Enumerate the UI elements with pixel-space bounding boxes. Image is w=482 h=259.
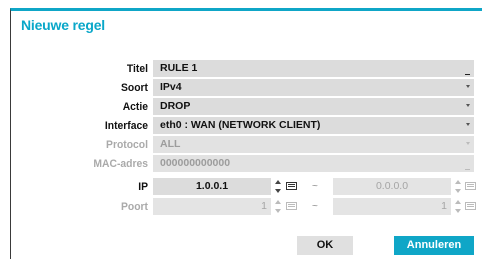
interface-select[interactable]: eth0 : WAN (NETWORK CLIENT) bbox=[153, 117, 474, 134]
port-label: Poort bbox=[120, 201, 148, 213]
ip-from-spinner[interactable] bbox=[274, 178, 282, 195]
port-from-spinner bbox=[274, 198, 282, 215]
title-value: RULE 1 bbox=[160, 62, 198, 74]
ip-to-spinner[interactable] bbox=[454, 178, 462, 195]
spin-up-icon bbox=[275, 200, 281, 204]
mac-input: 000000000000 bbox=[153, 155, 474, 172]
row-mac: MAC-adres 000000000000 bbox=[11, 155, 482, 173]
ip-to-input[interactable]: 0.0.0.0 bbox=[333, 178, 451, 195]
mac-value: 000000000000 bbox=[160, 157, 231, 169]
row-title: Titel RULE 1 bbox=[11, 60, 482, 78]
ip-from-input[interactable]: 1.0.0.1 bbox=[153, 178, 271, 195]
title-input[interactable]: RULE 1 bbox=[153, 60, 474, 77]
action-label: Actie bbox=[122, 101, 148, 113]
protocol-select: ALL bbox=[153, 136, 474, 153]
row-interface: Interface eth0 : WAN (NETWORK CLIENT) bbox=[11, 117, 482, 135]
port-to-spinner bbox=[454, 198, 462, 215]
spin-up-icon bbox=[455, 200, 461, 204]
keyboard-icon[interactable] bbox=[286, 182, 297, 190]
keyboard-icon[interactable] bbox=[465, 182, 476, 190]
text-input-marker-icon bbox=[465, 73, 470, 75]
row-ip: IP 1.0.0.1 ~ 0.0.0.0 bbox=[11, 178, 482, 196]
keyboard-icon bbox=[465, 202, 476, 210]
title-label: Titel bbox=[126, 63, 148, 75]
row-type: Soort IPv4 bbox=[11, 79, 482, 97]
ip-range-separator: ~ bbox=[312, 181, 318, 192]
keyboard-icon bbox=[286, 202, 297, 210]
cancel-button[interactable]: Annuleren bbox=[394, 236, 474, 255]
mac-label: MAC-adres bbox=[93, 158, 148, 170]
port-from-input: 1 bbox=[153, 198, 271, 215]
spin-down-icon[interactable] bbox=[275, 189, 281, 193]
row-port: Poort 1 ~ 1 bbox=[11, 198, 482, 216]
new-rule-dialog: Nieuwe regel Titel RULE 1 Soort IPv4 Act… bbox=[10, 8, 482, 259]
protocol-value: ALL bbox=[160, 138, 181, 150]
interface-value: eth0 : WAN (NETWORK CLIENT) bbox=[160, 119, 321, 131]
chevron-down-icon bbox=[466, 104, 470, 107]
text-input-marker-icon bbox=[465, 168, 470, 170]
protocol-label: Protocol bbox=[106, 139, 148, 151]
spin-up-icon[interactable] bbox=[455, 180, 461, 184]
chevron-down-icon bbox=[466, 142, 470, 145]
dialog-title: Nieuwe regel bbox=[21, 17, 105, 33]
ok-button[interactable]: OK bbox=[297, 236, 353, 255]
spin-up-icon[interactable] bbox=[275, 180, 281, 184]
row-protocol: Protocol ALL bbox=[11, 136, 482, 154]
chevron-down-icon bbox=[466, 85, 470, 88]
type-value: IPv4 bbox=[160, 81, 182, 93]
action-select[interactable]: DROP bbox=[153, 98, 474, 115]
port-range-separator: ~ bbox=[312, 201, 318, 212]
type-label: Soort bbox=[120, 82, 148, 94]
ip-label: IP bbox=[138, 181, 148, 193]
spin-down-icon[interactable] bbox=[455, 189, 461, 193]
chevron-down-icon bbox=[466, 123, 470, 126]
spin-down-icon bbox=[275, 209, 281, 213]
spin-down-icon bbox=[455, 209, 461, 213]
row-action: Actie DROP bbox=[11, 98, 482, 116]
type-select[interactable]: IPv4 bbox=[153, 79, 474, 96]
interface-label: Interface bbox=[104, 120, 148, 132]
port-to-input: 1 bbox=[333, 198, 451, 215]
action-value: DROP bbox=[160, 100, 191, 112]
